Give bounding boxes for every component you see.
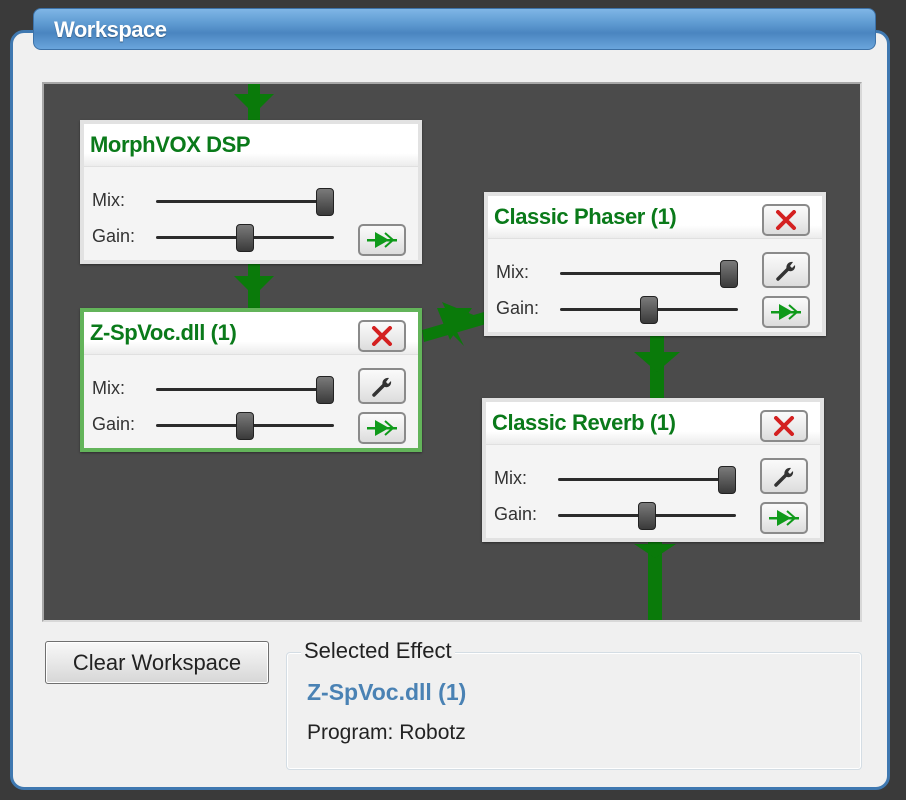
effect-settings-button[interactable] [762, 252, 810, 288]
delete-effect-button[interactable] [358, 320, 406, 352]
effect-settings-button[interactable] [760, 458, 808, 494]
slider-thumb[interactable] [638, 502, 656, 530]
mix-label: Mix: [494, 468, 527, 488]
clear-workspace-button[interactable]: Clear Workspace [45, 641, 269, 684]
wrench-icon [774, 467, 794, 487]
signal-flow-arrow-icon [367, 420, 397, 436]
gain-slider[interactable] [156, 412, 334, 440]
connector-output [634, 542, 676, 620]
slider-thumb[interactable] [640, 296, 658, 324]
connector-zspvoc-to-phaser [422, 302, 486, 346]
signal-flow-arrow-icon [769, 510, 799, 526]
bypass-button[interactable] [358, 412, 406, 444]
close-x-icon [774, 416, 794, 436]
mix-label: Mix: [92, 378, 125, 398]
effect-title: Z-SpVoc.dll (1) [90, 320, 237, 345]
gain-slider[interactable] [560, 296, 738, 324]
gain-slider[interactable] [156, 224, 334, 252]
gain-label: Gain: [494, 504, 538, 524]
gain-label: Gain: [92, 414, 136, 434]
mix-label: Mix: [92, 190, 125, 210]
effect-settings-button[interactable] [358, 368, 406, 404]
mix-slider[interactable] [156, 188, 334, 216]
close-x-icon [372, 326, 392, 346]
bypass-button[interactable] [762, 296, 810, 328]
mix-slider[interactable] [560, 260, 738, 288]
slider-thumb[interactable] [720, 260, 738, 288]
slider-thumb[interactable] [236, 412, 254, 440]
selected-effect-group-label: Selected Effect [301, 638, 455, 664]
effect-card-z-spvoc[interactable]: Z-SpVoc.dll (1) Mix: Gain: [80, 308, 422, 452]
bypass-button[interactable] [358, 224, 406, 256]
slider-thumb[interactable] [718, 466, 736, 494]
delete-effect-button[interactable] [760, 410, 808, 442]
effect-card-morphvox-dsp[interactable]: MorphVOX DSP Mix: Gain: [80, 120, 422, 264]
signal-flow-arrow-icon [367, 232, 397, 248]
bypass-button[interactable] [760, 502, 808, 534]
workspace-title: Workspace [54, 17, 167, 42]
selected-effect-program: Program: Robotz [307, 721, 466, 744]
gain-label: Gain: [92, 226, 136, 246]
slider-thumb[interactable] [316, 376, 334, 404]
slider-thumb[interactable] [316, 188, 334, 216]
mix-slider[interactable] [156, 376, 334, 404]
signal-flow-arrow-icon [771, 304, 801, 320]
effect-title: Classic Phaser (1) [494, 204, 677, 229]
wrench-icon [776, 261, 796, 281]
mix-slider[interactable] [558, 466, 736, 494]
slider-track [156, 200, 334, 203]
effect-card-classic-phaser[interactable]: Classic Phaser (1) Mix: Gain: [484, 192, 826, 336]
effect-card-classic-reverb[interactable]: Classic Reverb (1) Mix: Gain: [482, 398, 824, 542]
close-x-icon [776, 210, 796, 230]
workspace-title-bar: Workspace [33, 8, 876, 50]
selected-effect-group: Selected Effect Z-SpVoc.dll (1) Program:… [286, 638, 862, 770]
effect-title: Classic Reverb (1) [492, 410, 676, 435]
gain-slider[interactable] [558, 502, 736, 530]
connector-phaser-to-reverb [634, 336, 680, 400]
slider-track [156, 388, 334, 391]
effect-title: MorphVOX DSP [90, 132, 251, 157]
slider-track [558, 478, 736, 481]
mix-label: Mix: [496, 262, 529, 282]
wrench-icon [372, 377, 392, 397]
gain-label: Gain: [496, 298, 540, 318]
delete-effect-button[interactable] [762, 204, 810, 236]
effect-card-header[interactable]: MorphVOX DSP [84, 124, 418, 167]
slider-track [560, 272, 738, 275]
connector-input [234, 84, 274, 122]
connector-morphvox-to-zspvoc [234, 264, 274, 310]
slider-thumb[interactable] [236, 224, 254, 252]
selected-effect-name: Z-SpVoc.dll (1) [307, 679, 467, 705]
